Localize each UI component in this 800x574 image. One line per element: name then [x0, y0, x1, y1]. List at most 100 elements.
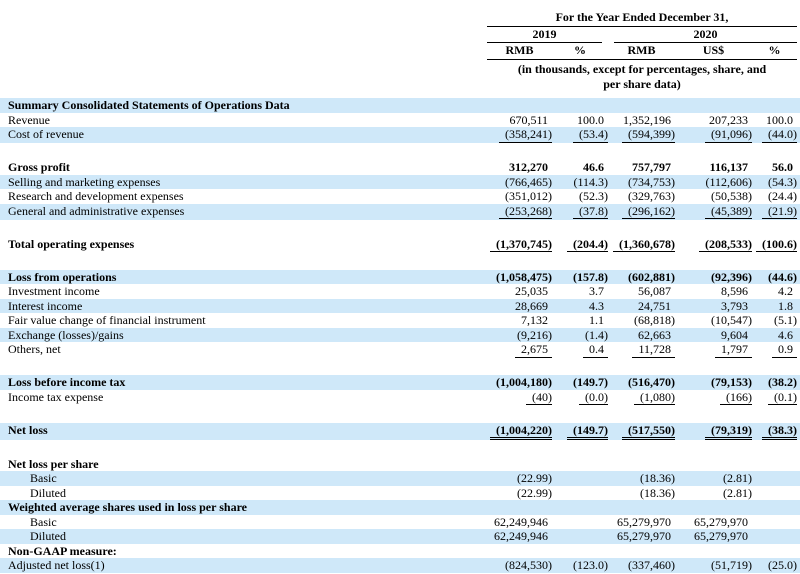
row-label: Loss before income tax [0, 375, 487, 390]
cell-value: 2,675 [515, 342, 552, 358]
cell-value: (253,268) [499, 204, 552, 220]
cell: (68,818) [608, 313, 675, 328]
cell: (1.4) [552, 328, 608, 343]
row-label: Investment income [0, 284, 487, 299]
row-label: Revenue [0, 113, 487, 128]
cell-value: 62,249,946 [494, 529, 552, 544]
table-row: Diluted62,249,94665,279,97065,279,970 [0, 529, 800, 544]
table-row: Exchange (losses)/gains(9,216)(1.4)62,66… [0, 328, 800, 343]
cell: 312,270 [487, 160, 552, 175]
cell-value: 1.8 [778, 299, 797, 314]
cell-value: (149.7) [573, 375, 608, 390]
cell-value: (204.4) [567, 237, 608, 253]
cell-value: (5.1) [774, 313, 797, 328]
cell-value: (1,058,475) [496, 270, 552, 285]
cell-value: (1.4) [585, 328, 608, 343]
cell [675, 544, 752, 559]
cell-value: (21.9) [762, 204, 797, 220]
cell: (594,399) [608, 127, 675, 143]
cell: (22.99) [487, 471, 552, 486]
column-header-row: RMB % RMB US$ % [487, 43, 797, 60]
cell: 1.8 [752, 299, 797, 314]
spacer-row [0, 220, 800, 237]
cell: 9,604 [675, 328, 752, 343]
table-row: Research and development expenses (351,01… [0, 189, 800, 204]
cell [752, 457, 797, 472]
row-label: Diluted [0, 486, 487, 501]
cell: (166) [675, 390, 752, 406]
cell: 62,249,946 [487, 515, 552, 530]
cell-value: 757,797 [632, 160, 675, 175]
cell-value: (79,153) [711, 375, 752, 390]
table-row: Loss from operations(1,058,475)(157.8)(6… [0, 270, 800, 285]
table-row: Net loss(1,004,220)(149.7)(517,550)(79,3… [0, 423, 800, 440]
cell-value: (594,399) [622, 127, 675, 143]
cell-value: 56.0 [772, 160, 797, 175]
table-row: Non-GAAP measure: [0, 544, 800, 559]
cell-value: (2.81) [723, 486, 752, 501]
cell-value: (51,719) [711, 558, 752, 573]
units-note: (in thousands, except for percentages, s… [487, 60, 797, 92]
cell-value: (1,004,220) [490, 423, 552, 441]
cell: (52.3) [552, 189, 608, 204]
cell-value: 65,279,970 [617, 515, 675, 530]
cell: 100.0 [752, 113, 797, 128]
cell [752, 471, 797, 486]
cell: (100.6) [752, 237, 797, 253]
spacer-row [0, 143, 800, 160]
cell: (123.0) [552, 558, 608, 573]
cell: (45,389) [675, 204, 752, 220]
col-header-rmb-2019: RMB [487, 43, 552, 59]
cell-value: (79,319) [705, 423, 752, 441]
cell: 56.0 [752, 160, 797, 175]
cell-value: (351,012) [505, 189, 552, 204]
cell-value: (10,547) [711, 313, 752, 328]
cell: 1,352,196 [608, 113, 675, 128]
cell: 0.4 [552, 342, 608, 358]
cell: (114.3) [552, 175, 608, 190]
cell: (92,396) [675, 270, 752, 285]
cell-value: (92,396) [711, 270, 752, 285]
cell: 28,669 [487, 299, 552, 314]
cell-value: (0.1) [768, 390, 797, 406]
row-label: Basic [0, 471, 487, 486]
cell-value: (53.4) [573, 127, 608, 143]
cell: (157.8) [552, 270, 608, 285]
cell: (1,004,220) [487, 423, 552, 440]
cell-value: (112,606) [705, 175, 752, 190]
cell-value: (22.99) [517, 471, 552, 486]
table-row: Fair value change of financial instrumen… [0, 313, 800, 328]
cell [552, 500, 608, 515]
cell: 65,279,970 [675, 529, 752, 544]
row-label: Research and development expenses [0, 189, 487, 204]
cell: (24.4) [752, 189, 797, 204]
year-2019-header: 2019 [487, 27, 602, 43]
cell: (824,530) [487, 558, 552, 573]
cell: (38.2) [752, 375, 797, 390]
cell: (0.1) [752, 390, 797, 406]
table-row: Selling and marketing expenses(766,465)(… [0, 175, 800, 190]
cell-value: (38.3) [762, 423, 797, 441]
cell: 65,279,970 [608, 529, 675, 544]
cell-value: (157.8) [573, 270, 608, 285]
cell-value: (44.6) [768, 270, 797, 285]
cell: 62,663 [608, 328, 675, 343]
cell: 0.9 [752, 342, 797, 358]
cell [552, 486, 608, 501]
cell: (0.0) [552, 390, 608, 406]
cell-value: 65,279,970 [694, 529, 752, 544]
cell [752, 500, 797, 515]
cell: (734,753) [608, 175, 675, 190]
cell: (208,533) [675, 237, 752, 253]
cell [608, 98, 675, 113]
cell-value: (9,216) [517, 328, 552, 343]
cell-value: (337,460) [628, 558, 675, 573]
cell: 46.6 [552, 160, 608, 175]
row-label: Cost of revenue [0, 127, 487, 143]
cell: 4.3 [552, 299, 608, 314]
cell-value: (358,241) [499, 127, 552, 143]
cell-value: 1,352,196 [623, 113, 675, 128]
table-row: Basic(22.99)(18.36)(2.81) [0, 471, 800, 486]
cell-value: (123.0) [573, 558, 608, 573]
cell-value: (166) [720, 390, 752, 406]
